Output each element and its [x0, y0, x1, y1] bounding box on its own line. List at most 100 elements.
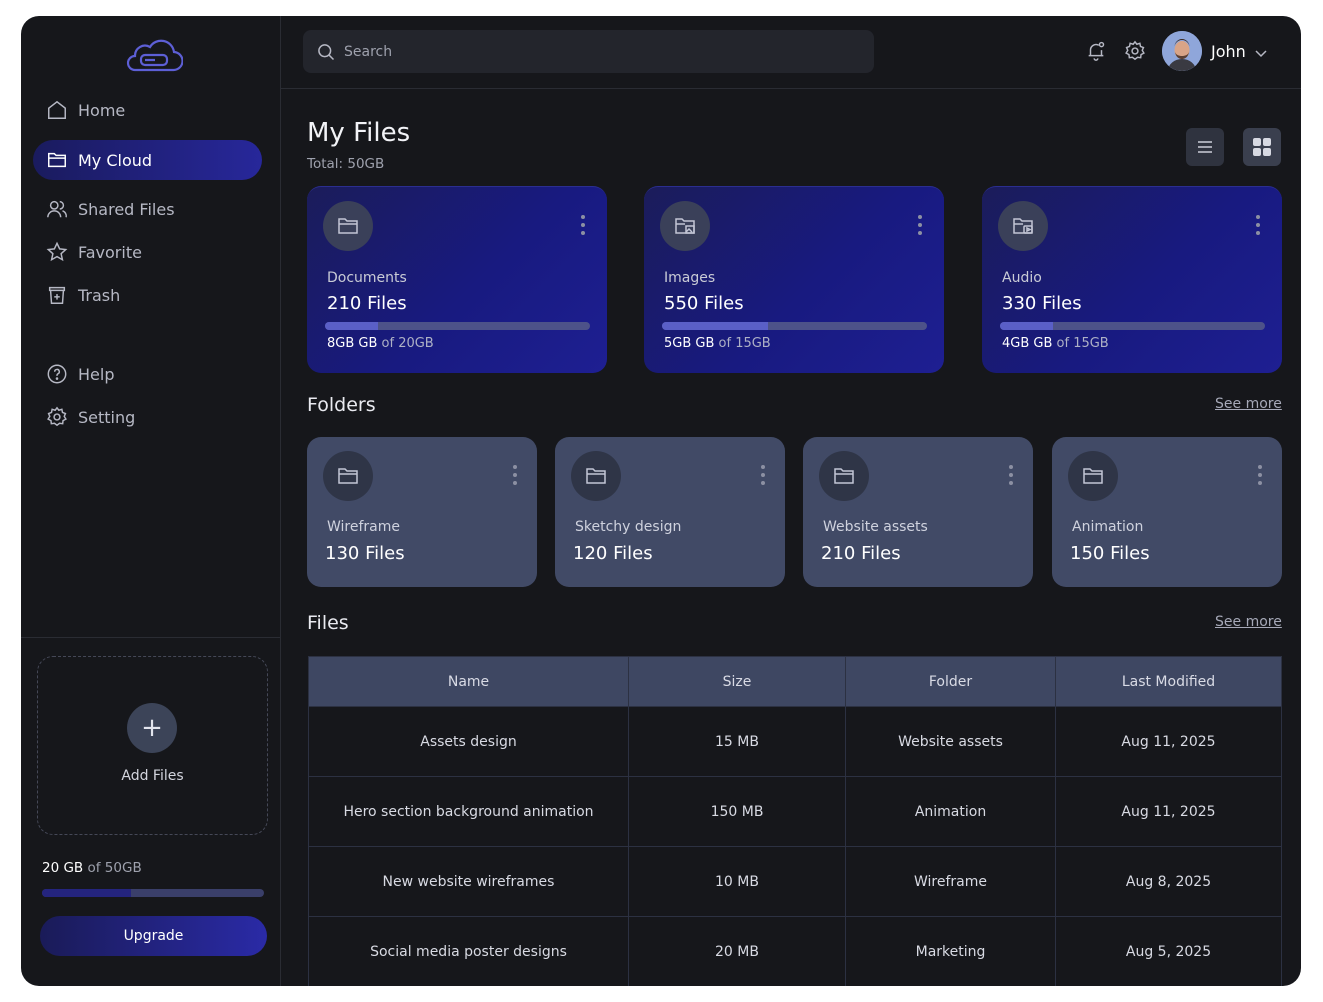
table-row[interactable]: New website wireframes 10 MB Wireframe A…	[308, 846, 1282, 917]
column-header-folder[interactable]: Folder	[845, 656, 1056, 707]
column-header-name[interactable]: Name	[308, 656, 629, 707]
folder-icon	[48, 152, 66, 168]
sidebar-item-label: My Cloud	[78, 150, 153, 170]
table-row[interactable]: Social media poster designs 20 MB Market…	[308, 916, 1282, 986]
user-avatar-icon	[1162, 31, 1202, 71]
icon-badge	[819, 451, 869, 501]
file-name: Hero section background animation	[308, 776, 629, 847]
more-options-icon[interactable]	[580, 215, 586, 237]
folder-file-count: 130 Files	[325, 543, 405, 564]
list-view-button[interactable]	[1186, 128, 1224, 166]
folder-card[interactable]: Animation 150 Files	[1052, 437, 1282, 587]
category-capacity: of 20GB	[381, 336, 434, 351]
category-used: 4GB GB	[1002, 336, 1053, 351]
more-options-icon[interactable]	[1257, 465, 1263, 487]
home-icon	[48, 100, 66, 119]
files-see-more-link[interactable]: See more	[1215, 614, 1282, 630]
folder-name: Website assets	[823, 519, 928, 535]
grid-icon	[1253, 138, 1271, 156]
star-icon	[46, 241, 68, 262]
storage-progress-fill	[42, 889, 131, 897]
sidebar-item-setting[interactable]: Setting	[33, 397, 262, 437]
category-card-documents[interactable]: Documents 210 Files 8GB GB of 20GB	[307, 186, 607, 373]
sidebar-item-help[interactable]: Help	[33, 354, 262, 394]
category-card-images[interactable]: Images 550 Files 5GB GB of 15GB	[644, 186, 944, 373]
upgrade-button[interactable]: Upgrade	[40, 916, 267, 956]
category-progress-bar	[325, 322, 590, 330]
plus-icon[interactable]: +	[127, 703, 177, 753]
sidebar-item-label: Trash	[78, 285, 121, 305]
search-input[interactable]	[344, 43, 844, 60]
folder-file-count: 210 Files	[821, 543, 901, 564]
more-options-icon[interactable]	[1008, 465, 1014, 487]
sidebar-item-label: Help	[78, 364, 115, 384]
folders-see-more-link[interactable]: See more	[1215, 396, 1282, 412]
column-header-last-modified[interactable]: Last Modified	[1055, 656, 1282, 707]
file-modified: Aug 11, 2025	[1055, 776, 1282, 847]
files-title: Files	[307, 612, 349, 634]
more-options-icon[interactable]	[760, 465, 766, 487]
folder-card[interactable]: Wireframe 130 Files	[307, 437, 537, 587]
gear-icon[interactable]	[1124, 40, 1146, 62]
category-file-count: 210 Files	[327, 293, 407, 314]
table-row[interactable]: Hero section background animation 150 MB…	[308, 776, 1282, 847]
file-size: 150 MB	[628, 776, 846, 847]
category-capacity: of 15GB	[1056, 336, 1109, 351]
user-name[interactable]: John	[1211, 42, 1246, 61]
category-file-count: 550 Files	[664, 293, 744, 314]
column-header-size[interactable]: Size	[628, 656, 846, 707]
more-options-icon[interactable]	[917, 215, 923, 237]
file-folder: Animation	[845, 776, 1056, 847]
sidebar-item-my-cloud[interactable]: My Cloud	[33, 140, 262, 180]
add-files-dropzone[interactable]: + Add Files	[37, 656, 268, 835]
search-icon	[318, 43, 335, 60]
storage-used: 20 GB	[42, 860, 84, 876]
category-usage: 4GB GB of 15GB	[1002, 336, 1109, 351]
file-modified: Aug 8, 2025	[1055, 846, 1282, 917]
sidebar-divider	[21, 637, 280, 638]
icon-badge	[1068, 451, 1118, 501]
icon-badge	[323, 451, 373, 501]
folder-icon	[586, 468, 606, 484]
category-used: 8GB GB	[327, 336, 378, 351]
folder-card[interactable]: Website assets 210 Files	[803, 437, 1033, 587]
page-title: My Files	[307, 118, 411, 148]
grid-view-button[interactable]	[1243, 128, 1281, 166]
folders-title: Folders	[307, 394, 376, 416]
avatar[interactable]	[1162, 31, 1202, 71]
folder-name: Sketchy design	[575, 519, 682, 535]
folder-file-count: 120 Files	[573, 543, 653, 564]
sidebar: Home My Cloud Shared Files Favorite Tras…	[21, 16, 281, 986]
more-options-icon[interactable]	[1255, 215, 1261, 237]
list-icon	[1198, 141, 1212, 153]
category-usage: 8GB GB of 20GB	[327, 336, 434, 351]
file-folder: Marketing	[845, 916, 1056, 986]
file-name: Assets design	[308, 706, 629, 777]
table-header-row: Name Size Folder Last Modified	[308, 656, 1282, 707]
folder-icon	[338, 218, 358, 234]
cloud-logo-icon	[126, 39, 183, 72]
table-row[interactable]: Assets design 15 MB Website assets Aug 1…	[308, 706, 1282, 777]
folder-name: Wireframe	[327, 519, 401, 535]
sidebar-item-home[interactable]: Home	[33, 90, 262, 130]
trash-icon	[48, 286, 66, 304]
topbar-divider	[281, 88, 1301, 89]
file-modified: Aug 11, 2025	[1055, 706, 1282, 777]
file-size: 20 MB	[628, 916, 846, 986]
search-bar[interactable]	[303, 30, 874, 73]
chevron-down-icon[interactable]	[1254, 46, 1268, 60]
files-table: Name Size Folder Last Modified Assets de…	[308, 656, 1282, 986]
folder-card[interactable]: Sketchy design 120 Files	[555, 437, 785, 587]
sidebar-item-shared-files[interactable]: Shared Files	[33, 189, 262, 229]
sidebar-item-trash[interactable]: Trash	[33, 275, 262, 315]
more-options-icon[interactable]	[512, 465, 518, 487]
folder-icon	[834, 468, 854, 484]
file-modified: Aug 5, 2025	[1055, 916, 1282, 986]
storage-total: of 50GB	[87, 860, 142, 876]
category-card-audio[interactable]: Audio 330 Files 4GB GB of 15GB	[982, 186, 1282, 373]
folder-icon	[338, 468, 358, 484]
bell-icon[interactable]	[1085, 40, 1107, 62]
sidebar-item-favorite[interactable]: Favorite	[33, 232, 262, 272]
category-label: Images	[664, 270, 716, 286]
sidebar-item-label: Favorite	[78, 242, 142, 262]
